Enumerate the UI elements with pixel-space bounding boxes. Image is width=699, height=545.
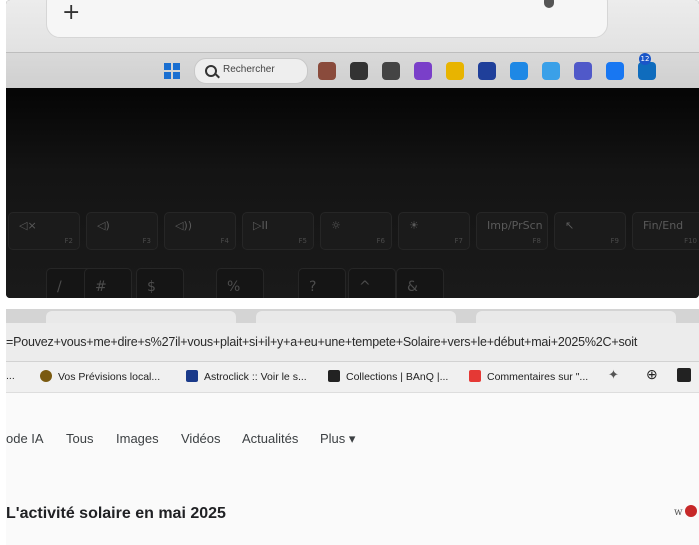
browser-tab[interactable]: [256, 311, 456, 323]
edge-app-icon[interactable]: [510, 62, 528, 80]
tab-ai-mode[interactable]: ode IA: [6, 431, 44, 446]
number-row-key[interactable]: $: [136, 268, 184, 298]
browser-tab[interactable]: [46, 311, 236, 323]
function-key-f9[interactable]: ↖ F9: [554, 212, 626, 250]
bookmark-item[interactable]: Vos Prévisions local...: [40, 370, 160, 383]
bookmark-item[interactable]: Collections | BAnQ |...: [328, 370, 448, 383]
bookmark-item[interactable]: Commentaires sur "...: [469, 370, 588, 383]
number-row-key[interactable]: ^: [348, 268, 396, 298]
facebook-app-icon[interactable]: [606, 62, 624, 80]
teams-app-icon[interactable]: [574, 62, 592, 80]
laptop-photo: + Rechercher 12 ◁× F2 ◁) F3 ◁)) F4 ▷II F5 ☼ F6 ☀ F7…: [6, 0, 699, 298]
result-heading: L'activité solaire en mai 2025: [6, 505, 226, 522]
pin-icon[interactable]: ✦: [608, 367, 619, 383]
tab-news[interactable]: Actualités: [242, 431, 298, 446]
outlook-app-icon[interactable]: [638, 62, 656, 80]
banq-icon: [328, 370, 340, 382]
browser-photo: =Pouvez+vous+me+dire+s%27il+vous+plait+s…: [6, 309, 699, 545]
bookmark-item[interactable]: Astroclick :: Voir le s...: [186, 370, 307, 383]
tab-all[interactable]: Tous: [66, 431, 93, 446]
store-app-icon[interactable]: [350, 62, 368, 80]
address-bar[interactable]: =Pouvez+vous+me+dire+s%27il+vous+plait+s…: [6, 323, 699, 362]
function-key-f10[interactable]: Fin/End F10: [632, 212, 699, 250]
function-key-f4[interactable]: ◁)) F4: [164, 212, 236, 250]
url-text[interactable]: =Pouvez+vous+me+dire+s%27il+vous+plait+s…: [6, 335, 637, 349]
browser-tab-strip: [6, 309, 699, 323]
taskbar-search-placeholder: Rechercher: [223, 64, 275, 75]
media-app-icon[interactable]: [382, 62, 400, 80]
windows-start-icon[interactable]: [164, 63, 180, 79]
windows-taskbar: Rechercher 12: [6, 52, 699, 89]
number-row-key[interactable]: #: [84, 268, 132, 298]
extension-icon[interactable]: [677, 368, 691, 382]
globe-icon[interactable]: ⊕: [646, 366, 658, 383]
notification-badge: 12: [639, 53, 651, 65]
search-filter-tabs: ode IA Tous Images Vidéos Actualités Plu…: [6, 431, 699, 451]
number-row-key[interactable]: %: [216, 268, 264, 298]
function-key-f2[interactable]: ◁× F2: [8, 212, 80, 250]
tab-images[interactable]: Images: [116, 431, 159, 446]
weather-icon: [40, 370, 52, 382]
function-key-f8[interactable]: Imp/PrScn F8: [476, 212, 548, 250]
search-icon: [205, 65, 217, 77]
astroclick-icon: [186, 370, 198, 382]
people-app-icon[interactable]: [318, 62, 336, 80]
laptop-keyboard: ◁× F2 ◁) F3 ◁)) F4 ▷II F5 ☼ F6 ☀ F7 Imp/PrScn F8 ↖ F9 Fi…: [6, 88, 699, 298]
new-tab-panel: [46, 0, 608, 38]
bookmark-item[interactable]: ...: [6, 370, 15, 382]
copilot-app-icon[interactable]: [542, 62, 560, 80]
function-key-f6[interactable]: ☼ F6: [320, 212, 392, 250]
number-row-key[interactable]: &: [396, 268, 444, 298]
tab-more[interactable]: Plus ▾: [320, 431, 355, 447]
mail-app-icon[interactable]: [478, 62, 496, 80]
function-key-f7[interactable]: ☀ F7: [398, 212, 470, 250]
browser-tab[interactable]: [476, 311, 676, 323]
plus-icon[interactable]: +: [62, 0, 80, 25]
browser-new-tab-area: +: [6, 0, 699, 52]
files-app-icon[interactable]: [446, 62, 464, 80]
corner-logo: w: [674, 505, 697, 518]
photos-app-icon[interactable]: [414, 62, 432, 80]
bookmarks-bar: ... Vos Prévisions local... Astroclick :…: [6, 362, 699, 393]
taskbar-search-box[interactable]: Rechercher: [194, 58, 308, 84]
number-row-key[interactable]: ?: [298, 268, 346, 298]
youtube-icon: [469, 370, 481, 382]
function-key-f3[interactable]: ◁) F3: [86, 212, 158, 250]
tab-videos[interactable]: Vidéos: [181, 431, 221, 446]
function-key-f5[interactable]: ▷II F5: [242, 212, 314, 250]
